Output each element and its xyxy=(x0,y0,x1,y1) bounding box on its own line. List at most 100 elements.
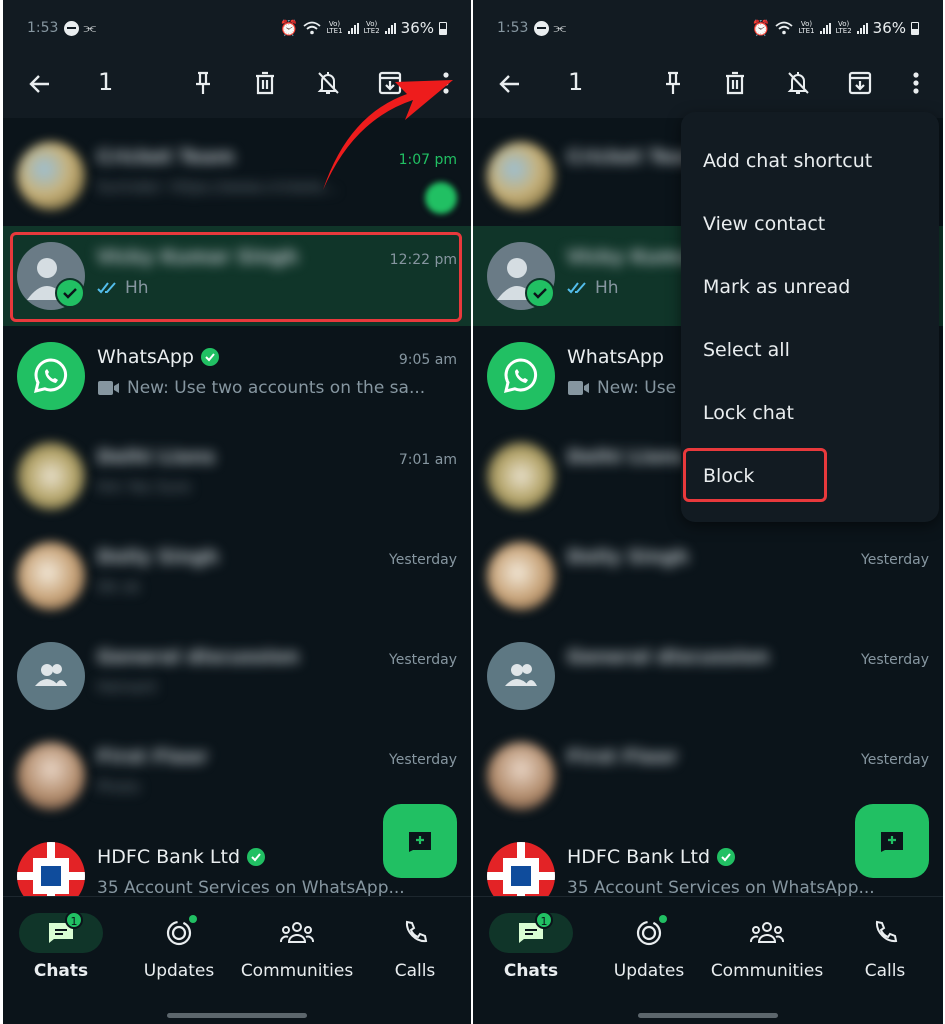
archive-icon[interactable] xyxy=(845,68,875,98)
lte2-indicator: Vo) LTE2 xyxy=(363,20,380,35)
archive-icon[interactable] xyxy=(375,68,405,98)
nav-label: Chats xyxy=(503,961,559,981)
video-icon xyxy=(568,381,589,395)
lte2-indicator: Vo) LTE2 xyxy=(835,20,852,35)
communities-icon xyxy=(280,922,314,943)
chat-time: Yesterday xyxy=(389,552,457,568)
selection-toolbar: 1 xyxy=(473,56,943,118)
verified-badge-icon xyxy=(717,848,736,866)
chat-row[interactable]: General discussion Yesterday xyxy=(473,626,943,726)
status-bar: 1:53 ⫘ ⏰ Vo) LTE1 Vo) LTE2 36% xyxy=(473,0,943,56)
link-icon: ⫘ xyxy=(553,20,567,36)
nav-chats[interactable]: 1 Chats xyxy=(473,911,589,993)
nav-chats[interactable]: 1 Chats xyxy=(3,911,119,993)
calls-icon xyxy=(875,920,898,943)
alarm-icon: ⏰ xyxy=(751,19,771,37)
unread-count-badge: 1 xyxy=(535,911,553,929)
menu-item-mark-as-unread[interactable]: Mark as unread xyxy=(681,255,939,318)
nav-label: Communities xyxy=(240,961,354,981)
overflow-menu: Add chat shortcut View contact Mark as u… xyxy=(681,112,939,522)
menu-item-select-all[interactable]: Select all xyxy=(681,318,939,381)
chat-name: WhatsApp xyxy=(97,346,194,368)
chat-name: Dolly Singh xyxy=(97,546,219,568)
nav-updates[interactable]: Updates xyxy=(121,913,237,993)
chat-row[interactable]: General discussion Hemant Yesterday xyxy=(3,626,471,726)
back-arrow-icon[interactable] xyxy=(495,69,525,99)
chat-row[interactable]: WhatsApp New: Use two accounts on the sa… xyxy=(3,326,471,426)
delete-icon[interactable] xyxy=(720,68,750,98)
menu-item-view-contact[interactable]: View contact xyxy=(681,192,939,255)
nav-label: Updates xyxy=(143,961,215,981)
chat-time: Yesterday xyxy=(861,552,929,568)
nav-label: Chats xyxy=(33,961,89,981)
chat-name: Dolly Singh xyxy=(567,546,689,568)
back-arrow-icon[interactable] xyxy=(25,69,55,99)
more-options-icon[interactable] xyxy=(901,68,931,98)
double-tick-read-icon xyxy=(97,282,116,294)
pin-icon[interactable] xyxy=(658,68,688,98)
video-icon xyxy=(98,381,119,395)
signal2-icon xyxy=(384,22,396,34)
group-avatar xyxy=(487,642,555,710)
chat-time: 9:05 am xyxy=(398,352,457,368)
chat-time: Yesterday xyxy=(861,752,929,768)
selected-count: 1 xyxy=(98,68,114,96)
nav-calls[interactable]: Calls xyxy=(827,913,943,993)
nav-updates[interactable]: Updates xyxy=(591,913,707,993)
chat-row[interactable]: Dolly Singh Yesterday xyxy=(473,526,943,626)
unread-badge xyxy=(425,182,457,214)
chat-avatar xyxy=(17,742,85,810)
chat-name: WhatsApp xyxy=(567,346,664,368)
whatsapp-icon xyxy=(33,358,67,394)
new-chat-icon xyxy=(881,832,903,852)
chat-preview: Hemant xyxy=(97,678,157,696)
menu-item-block[interactable]: Block xyxy=(681,444,939,507)
chat-time: Yesterday xyxy=(389,752,457,768)
nav-communities[interactable]: Communities xyxy=(239,913,355,993)
new-chat-fab[interactable] xyxy=(855,804,929,878)
lte1-indicator: Vo) LTE1 xyxy=(798,20,815,35)
chat-name: First Floor xyxy=(97,746,208,768)
mute-icon[interactable] xyxy=(783,68,813,98)
nav-calls[interactable]: Calls xyxy=(357,913,471,993)
selected-check-icon xyxy=(525,278,555,308)
wifi-icon xyxy=(303,21,322,35)
nav-communities[interactable]: Communities xyxy=(709,913,825,993)
whatsapp-logo-avatar xyxy=(17,342,85,410)
chat-avatar xyxy=(17,142,85,210)
nav-label: Communities xyxy=(710,961,824,981)
chat-preview: Hh xyxy=(125,278,149,298)
more-options-icon[interactable] xyxy=(431,68,461,98)
chat-avatar xyxy=(487,142,555,210)
chat-row[interactable]: Cricket Team Surinder: https://www.crick… xyxy=(3,126,471,226)
group-icon xyxy=(505,664,537,686)
chat-preview: New: Use xyxy=(597,378,677,398)
delete-icon[interactable] xyxy=(250,68,280,98)
menu-item-add-chat-shortcut[interactable]: Add chat shortcut xyxy=(681,129,939,192)
new-updates-dot xyxy=(659,915,667,923)
selected-count: 1 xyxy=(568,68,584,96)
battery-icon xyxy=(911,21,919,35)
menu-item-lock-chat[interactable]: Lock chat xyxy=(681,381,939,444)
new-chat-fab[interactable] xyxy=(383,804,457,878)
alarm-icon: ⏰ xyxy=(279,19,299,37)
chat-preview: Photo xyxy=(97,778,140,796)
status-time: 1:53 xyxy=(497,20,529,36)
chat-preview: Surinder: https://www.crickete... xyxy=(97,178,338,196)
chat-preview: Hm Yes Sure xyxy=(97,478,191,496)
chat-row-selected[interactable]: Vicky Kumar Singh Hh 12:22 pm xyxy=(3,226,471,326)
mute-icon[interactable] xyxy=(313,68,343,98)
chat-time: Yesterday xyxy=(861,652,929,668)
chat-time: Yesterday xyxy=(389,652,457,668)
chat-avatar xyxy=(17,542,85,610)
do-not-disturb-icon xyxy=(64,20,80,36)
right-phone-screen: 1:53 ⫘ ⏰ Vo) LTE1 Vo) LTE2 36% 1 Cricket T… xyxy=(473,0,943,1024)
chat-name: General discussion xyxy=(97,646,300,668)
unread-count-badge: 1 xyxy=(65,911,83,929)
chat-row[interactable]: Dolly Singh Ok ok Yesterday xyxy=(3,526,471,626)
battery-percent: 36% xyxy=(872,19,906,37)
chat-time: 7:01 am xyxy=(398,452,457,468)
chat-row[interactable]: Delhi Lions Hm Yes Sure 7:01 am xyxy=(3,426,471,526)
chat-name: Delhi Lions xyxy=(567,446,686,468)
pin-icon[interactable] xyxy=(188,68,218,98)
